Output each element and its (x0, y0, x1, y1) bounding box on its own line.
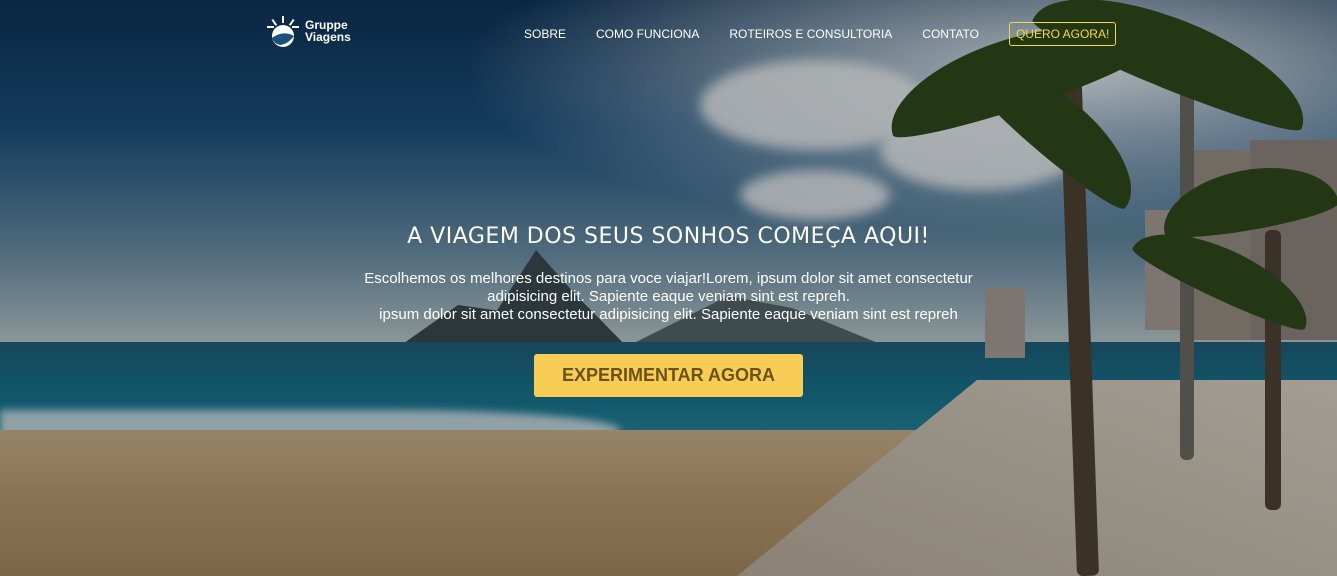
hero-description-line-3: ipsum dolor sit amet consectetur adipisi… (379, 306, 958, 323)
brand-line-2: Viagens (305, 30, 351, 44)
nav-link-roteiros[interactable]: ROTEIROS E CONSULTORIA (729, 22, 892, 46)
main-nav: SOBRE COMO FUNCIONA ROTEIROS E CONSULTOR… (524, 22, 1117, 46)
nav-link-sobre[interactable]: SOBRE (524, 22, 566, 46)
nav-link-como-funciona[interactable]: COMO FUNCIONA (596, 22, 699, 46)
brand-name: Gruppe Viagens (305, 19, 351, 43)
hero-description-line-1: Escolhemos os melhores destinos para voc… (364, 270, 973, 287)
nav-link-contato[interactable]: CONTATO (922, 22, 979, 46)
hero-title: A VIAGEM DOS SEUS SONHOS COMEÇA AQUI! (407, 224, 930, 249)
experimentar-agora-button[interactable]: EXPERIMENTAR AGORA (534, 354, 803, 397)
hero-description-line-2: adipisicing elit. Sapiente eaque veniam … (487, 288, 850, 305)
sun-wave-logo-icon (267, 16, 299, 47)
brand-logo[interactable]: Gruppe Viagens (266, 14, 351, 48)
nav-cta-button[interactable]: QUERO AGORA! (1008, 22, 1117, 46)
hero-description: Escolhemos os melhores destinos para voc… (340, 270, 997, 324)
